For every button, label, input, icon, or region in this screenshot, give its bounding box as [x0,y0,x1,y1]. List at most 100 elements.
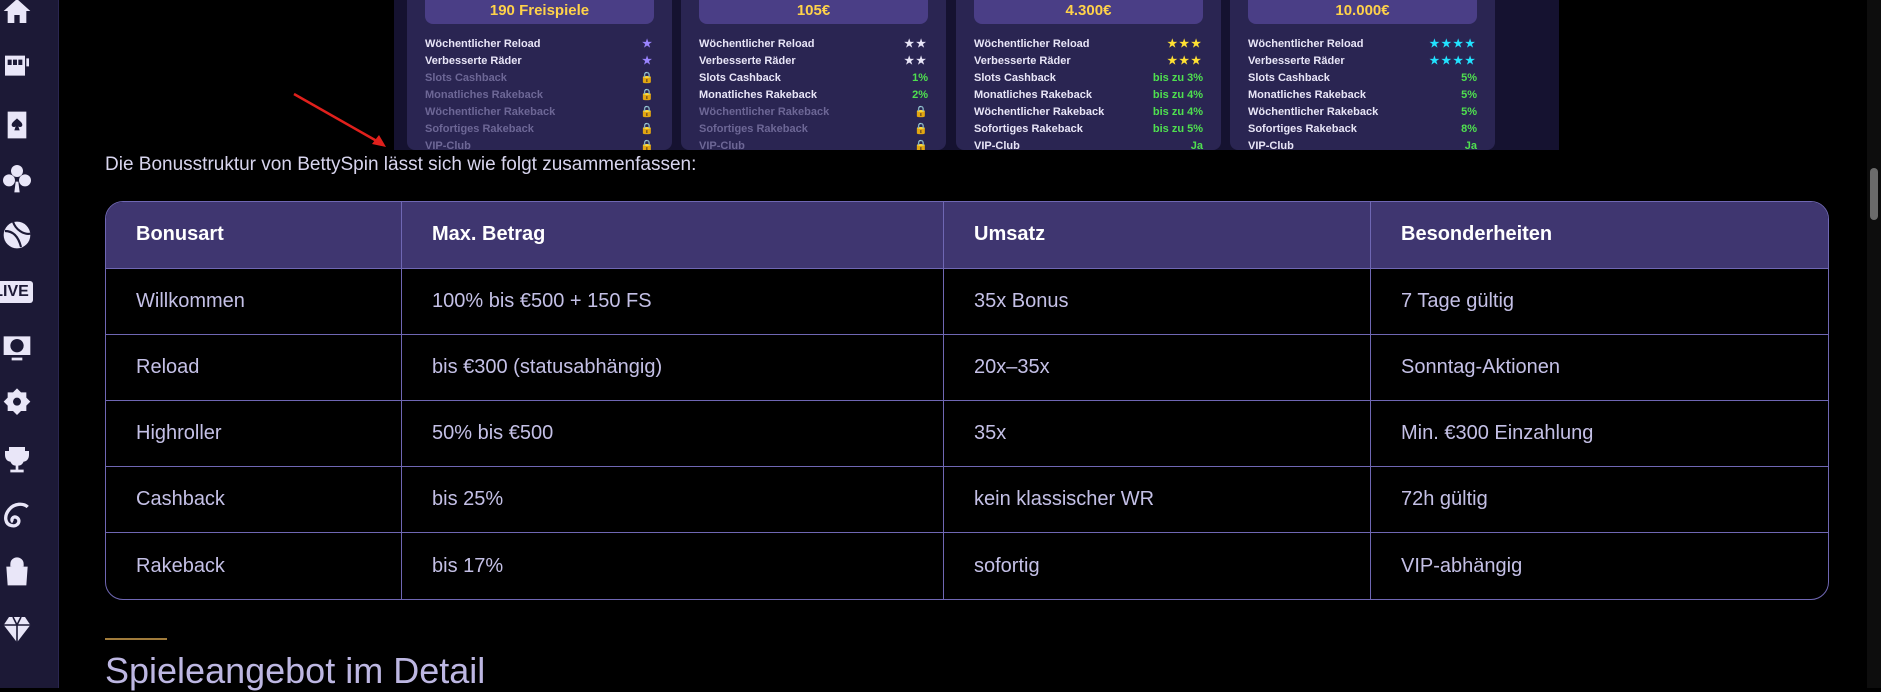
vip-benefit-value: 5% [1461,89,1477,101]
clover-icon[interactable] [0,162,34,196]
table-row: Cashback bis 25% kein klassischer WR 72h gü… [106,466,1828,534]
vip-benefit-value: bis zu 3% [1152,72,1203,84]
vip-benefit-row: Verbesserte Räder ★★★ [974,53,1203,70]
vip-benefit-label: Wöchentlicher Reload [425,38,541,50]
vip-benefit-label: VIP-Club [974,140,1020,150]
table-cell: Min. €300 Einzahlung [1370,400,1828,468]
lock-icon: 🔒 [640,140,654,150]
vip-benefit-row: Monatliches Rakeback 5% [1248,87,1477,104]
vip-benefit-value: bis zu 4% [1152,106,1203,118]
header-bonusart: Bonusart [106,202,402,269]
vip-levels-image: 190 Freispiele Wöchentlicher Reload ★ Verbe… [394,0,1559,150]
table-cell: kein klassischer WR [943,466,1371,534]
vip-benefit-row: Verbesserte Räder ★★★★ [1248,53,1477,70]
vip-benefit-label: Sofortiges Rakeback [425,123,534,135]
lock-icon: 🔒 [640,89,654,101]
vip-benefit-value: bis zu 4% [1152,89,1203,101]
table-row: Reload bis €300 (statusabhängig) 20x–35x So… [106,334,1828,401]
vip-benefit-value: 8% [1461,123,1477,135]
table-cell: VIP-abhängig [1401,554,1523,577]
vip-benefit-row: VIP-Club Ja [1248,138,1477,150]
table-cell: 35x Bonus [943,268,1371,335]
vip-benefit-value: bis zu 5% [1152,123,1203,135]
table-cell: 7 Tage gültig [1370,268,1828,335]
vip-benefit-row: Slots Cashback 🔒 [425,70,654,87]
star-icon: ★★★★ [1429,55,1477,67]
basketball-icon[interactable] [0,218,34,252]
vip-level-card: 105€ Wöchentlicher Reload ★★ Verbesserte Rä… [681,0,946,150]
star-icon: ★★★ [1167,38,1203,50]
table-cell: 50% bis €500 [401,400,944,468]
vip-level-card: 4.300€ Wöchentlicher Reload ★★★ Verbesserte… [956,0,1221,150]
diamond-icon[interactable] [0,612,34,646]
vip-benefit-value: 5% [1461,72,1477,84]
tv-icon[interactable] [0,330,34,364]
badge-icon[interactable] [0,386,34,420]
vip-benefit-row: Monatliches Rakeback 🔒 [425,87,654,104]
vip-benefit-label: Monatliches Rakeback [425,89,543,101]
vip-benefit-row: Slots Cashback bis zu 3% [974,70,1203,87]
scrollbar-thumb[interactable] [1870,168,1878,220]
table-cell: Sonntag-Aktionen [1370,334,1828,401]
home-icon[interactable] [0,0,34,28]
vip-benefit-label: VIP-Club [1248,140,1294,150]
vip-benefit-label: Verbesserte Räder [699,55,796,67]
vip-benefit-row: Sofortiges Rakeback 🔒 [699,121,928,138]
vip-level-card: 10.000€ Wöchentlicher Reload ★★★★ Verbesser… [1230,0,1495,150]
table-cell: Willkommen [106,268,402,335]
card-spade-icon[interactable] [0,108,34,142]
vip-level-card: 190 Freispiele Wöchentlicher Reload ★ Verbe… [407,0,672,150]
vip-benefit-value: 5% [1461,106,1477,118]
slot-machine-icon[interactable] [0,48,34,82]
table-cell: 35x [943,400,1371,468]
vip-benefit-label: Wöchentlicher Reload [1248,38,1364,50]
sidebar: LIVE [0,0,59,688]
table-cell: Cashback [106,466,402,534]
red-arrow-icon [293,92,386,147]
section-title: Spieleangebot im Detail [105,650,486,691]
table-row: Highroller 50% bis €500 35x Min. €300 Einza… [106,400,1828,468]
vip-benefit-label: Monatliches Rakeback [974,89,1092,101]
vip-benefit-label: Wöchentlicher Rakeback [1248,106,1379,118]
section-divider [105,638,167,640]
vip-benefit-label: Wöchentlicher Rakeback [699,106,830,118]
swirl-icon[interactable] [0,498,34,532]
shopping-bag-icon[interactable] [0,555,34,589]
table-cell: 20x–35x [943,334,1371,401]
star-icon: ★ [642,55,654,67]
vip-benefit-label: Verbesserte Räder [1248,55,1345,67]
vip-benefit-label: Wöchentlicher Rakeback [425,106,556,118]
scrollbar[interactable] [1867,0,1881,688]
vip-benefit-label: VIP-Club [425,140,471,150]
vip-benefit-row: Monatliches Rakeback bis zu 4% [974,87,1203,104]
table-row: Rakeback bis 17% sofortig VIP-abhängig [106,532,1828,599]
vip-benefit-label: Monatliches Rakeback [699,89,817,101]
vip-benefit-value: Ja [1464,140,1477,150]
vip-benefit-row: Monatliches Rakeback 2% [699,87,928,104]
vip-benefit-row: Wöchentlicher Rakeback 🔒 [425,104,654,121]
star-icon: ★★★★ [1429,38,1477,50]
vip-benefit-row: Sofortiges Rakeback bis zu 5% [974,121,1203,138]
lock-icon: 🔒 [640,123,654,135]
bonus-table: Bonusart Max. Betrag Umsatz Besonderheit… [105,201,1829,600]
vip-benefit-value: 1% [912,72,928,84]
live-icon[interactable]: LIVE [0,275,33,309]
vip-benefit-row: Wöchentlicher Reload ★★★★ [1248,36,1477,53]
vip-benefit-row: Wöchentlicher Rakeback 🔒 [699,104,928,121]
table-cell: Highroller [106,400,402,468]
star-icon: ★ [642,38,654,50]
trophy-icon[interactable] [0,442,34,476]
vip-benefit-label: Slots Cashback [425,72,507,84]
table-cell: 72h gültig [1370,466,1828,534]
vip-benefit-row: Slots Cashback 1% [699,70,928,87]
vip-benefit-label: Sofortiges Rakeback [974,123,1083,135]
lock-icon: 🔒 [640,106,654,118]
table-row: Willkommen 100% bis €500 + 150 FS 35x Bonu… [106,268,1828,335]
vip-benefit-row: Wöchentlicher Rakeback 5% [1248,104,1477,121]
star-icon: ★★★ [1167,55,1203,67]
vip-benefit-row: Wöchentlicher Reload ★ [425,36,654,53]
vip-benefit-label: Slots Cashback [1248,72,1330,84]
vip-benefit-label: Wöchentlicher Reload [699,38,815,50]
vip-benefit-label: Verbesserte Räder [425,55,522,67]
vip-level-reward: 10.000€ [1248,0,1477,24]
